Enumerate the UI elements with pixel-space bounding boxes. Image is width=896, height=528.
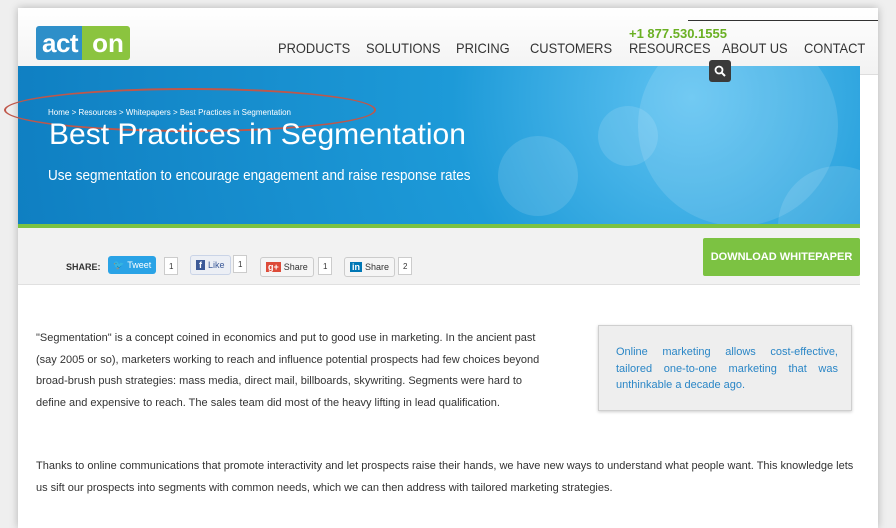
twitter-icon: 🐦 (113, 259, 125, 270)
act-on-logo[interactable]: act on (36, 26, 130, 60)
facebook-icon: f (196, 260, 205, 270)
divider (688, 20, 878, 21)
body-paragraph: Thanks to online communications that pro… (36, 460, 854, 494)
logo-text-on: on (90, 26, 130, 60)
site-header: act on PRODUCTS SOLUTIONS PRICING CUSTOM… (18, 8, 878, 75)
share-bar: SHARE: 🐦 Tweet 1 f Like 1 g+ Share 1 in … (18, 228, 860, 285)
linkedin-count: 2 (398, 257, 413, 275)
linkedin-share-button[interactable]: in Share (344, 257, 396, 277)
nav-resources[interactable]: RESOURCES (629, 40, 711, 56)
nav-solutions[interactable]: SOLUTIONS (366, 40, 440, 56)
like-count: 1 (233, 255, 248, 273)
intro-paragraph: "Segmentation" is a concept coined in ec… (36, 332, 540, 409)
page-subtitle: Use segmentation to encourage engagement… (48, 167, 471, 184)
phone-number[interactable]: +1 877.530.1555 (629, 26, 727, 41)
download-whitepaper-button[interactable]: DOWNLOAD WHITEPAPER (703, 238, 860, 276)
gplus-count: 1 (318, 257, 333, 275)
callout-text: Online marketing allows cost-effective, … (616, 346, 838, 391)
facebook-like-button[interactable]: f Like (190, 255, 231, 275)
gplus-share-label: Share (283, 262, 308, 272)
breadcrumb[interactable]: Home > Resources > Whitepapers > Best Pr… (48, 108, 291, 117)
like-label: Like (208, 260, 225, 270)
tweet-count: 1 (164, 257, 179, 275)
nav-customers[interactable]: CUSTOMERS (530, 40, 612, 56)
google-plus-share-button[interactable]: g+ Share (260, 257, 314, 277)
search-icon[interactable] (709, 60, 731, 82)
nav-pricing[interactable]: PRICING (456, 40, 510, 56)
nav-products[interactable]: PRODUCTS (278, 40, 350, 56)
nav-contact[interactable]: CONTACT (804, 40, 865, 56)
logo-dash (82, 26, 91, 60)
logo-text-act: act (36, 26, 83, 60)
linkedin-icon: in (350, 262, 362, 272)
nav-about-us[interactable]: ABOUT US (722, 40, 788, 56)
tweet-button[interactable]: 🐦 Tweet (108, 256, 157, 274)
linkedin-share-label: Share (365, 262, 390, 272)
callout-box: Online marketing allows cost-effective, … (598, 325, 852, 411)
google-plus-icon: g+ (266, 262, 281, 272)
decor-bubble (498, 136, 578, 216)
share-label: SHARE: (66, 262, 101, 272)
tweet-label: Tweet (127, 260, 152, 270)
page-title: Best Practices in Segmentation (49, 118, 466, 151)
decor-bubble (598, 106, 658, 166)
